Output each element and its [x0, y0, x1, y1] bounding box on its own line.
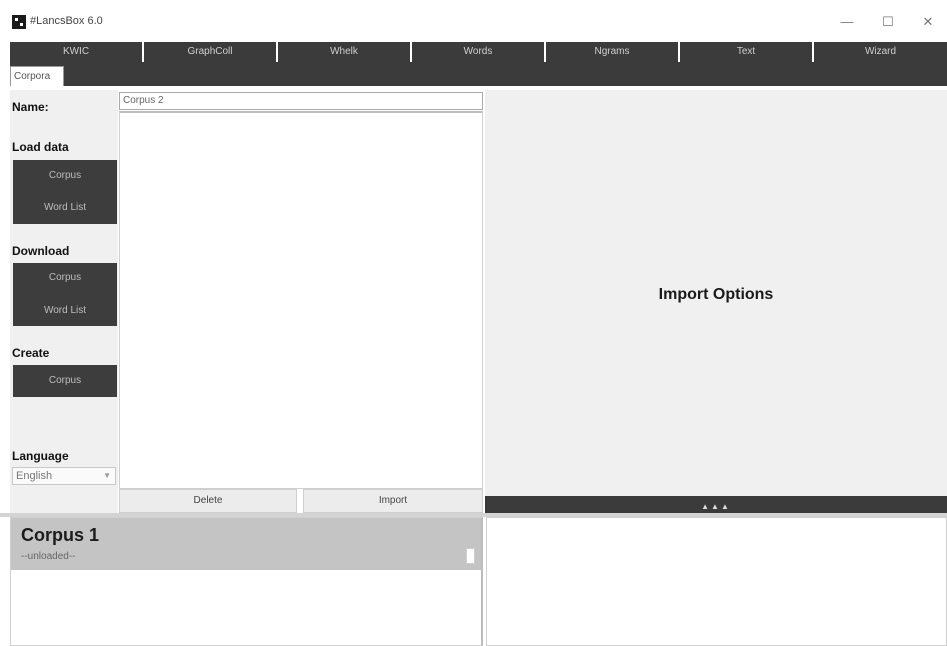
create-label: Create	[12, 346, 50, 360]
delete-button[interactable]: Delete	[119, 489, 297, 513]
window-title: #LancsBox 6.0	[30, 15, 103, 27]
language-select[interactable]: English ▼	[12, 467, 116, 485]
download-label: Download	[12, 244, 70, 258]
create-corpus-button[interactable]: Corpus	[13, 371, 117, 391]
corpus-file-list[interactable]	[119, 111, 483, 489]
import-button[interactable]: Import	[303, 489, 483, 513]
tab-words[interactable]: Words	[412, 42, 546, 62]
download-corpus-button[interactable]: Corpus	[13, 268, 117, 288]
detail-panel	[486, 517, 947, 646]
close-button[interactable]: ✕	[914, 12, 942, 32]
app-logo-icon	[12, 15, 26, 29]
import-options-panel: Import Options	[485, 90, 947, 496]
tab-kwic[interactable]: KWIC	[10, 42, 144, 62]
language-selected-value: English	[16, 470, 53, 482]
tab-corpora[interactable]: Corpora	[10, 66, 64, 86]
minimize-button[interactable]: —	[833, 12, 861, 32]
create-group: Corpus	[13, 365, 117, 397]
import-options-title: Import Options	[658, 286, 774, 303]
sub-tab-bar: Corpora	[10, 62, 947, 86]
tab-whelk[interactable]: Whelk	[278, 42, 412, 62]
download-word-list-button[interactable]: Word List	[13, 301, 117, 321]
language-label: Language	[12, 449, 69, 463]
main-tab-bar: KWIC GraphColl Whelk Words Ngrams Text W…	[10, 42, 947, 62]
tab-graphcoll[interactable]: GraphColl	[144, 42, 278, 62]
corpus-card-scroll-handle[interactable]	[466, 548, 475, 564]
maximize-button[interactable]: ☐	[874, 12, 902, 32]
tab-text[interactable]: Text	[680, 42, 814, 62]
tab-ngrams[interactable]: Ngrams	[546, 42, 680, 62]
corpus-card-status: --unloaded--	[21, 551, 76, 562]
download-group: Corpus Word List	[13, 263, 117, 326]
corpus-name-input[interactable]: Corpus 2	[119, 92, 483, 110]
left-panel: Name: Load data Corpus Word List Downloa…	[10, 90, 118, 513]
import-options-toggle-bar[interactable]: ▲▲▲	[485, 496, 947, 513]
load-word-list-button[interactable]: Word List	[13, 198, 117, 218]
title-bar: #LancsBox 6.0 — ☐ ✕	[0, 0, 947, 42]
corpus-card-title: Corpus 1	[21, 525, 100, 545]
collapse-arrows-icon: ▲▲▲	[701, 502, 731, 511]
load-data-group: Corpus Word List	[13, 160, 117, 224]
load-corpus-button[interactable]: Corpus	[13, 166, 117, 186]
load-data-label: Load data	[12, 140, 69, 154]
corpus-card[interactable]: Corpus 1 --unloaded--	[11, 518, 481, 570]
tab-wizard[interactable]: Wizard	[814, 42, 947, 62]
chevron-down-icon: ▼	[103, 471, 111, 480]
corpus-list-panel: Corpus 1 --unloaded--	[10, 517, 483, 646]
name-label: Name:	[12, 100, 49, 114]
